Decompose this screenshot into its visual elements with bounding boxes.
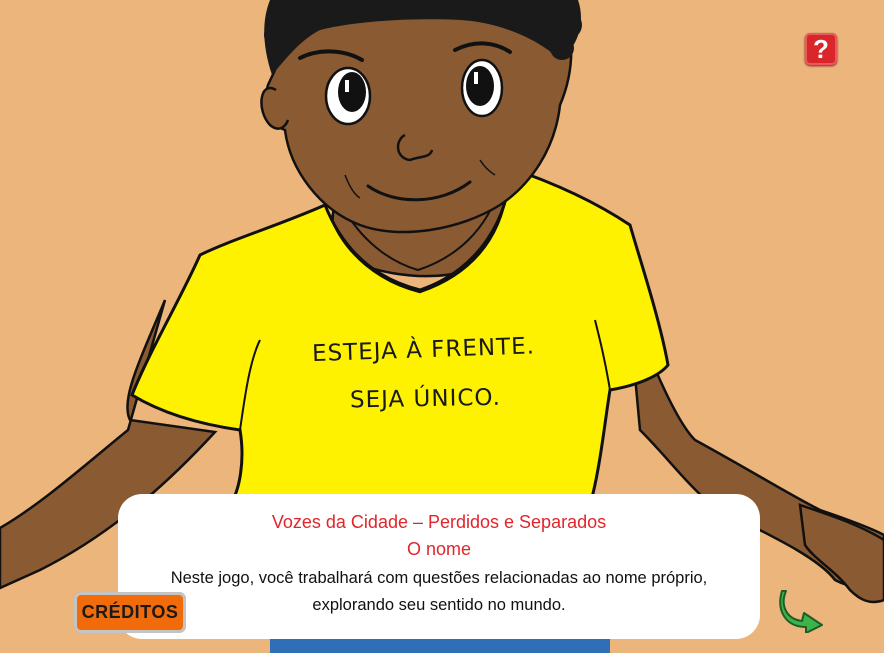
- right-eye: [460, 58, 504, 118]
- intro-dialog: Vozes da Cidade – Perdidos e Separados O…: [118, 494, 760, 639]
- help-button[interactable]: ?: [805, 33, 837, 65]
- curved-arrow-icon: [779, 590, 823, 634]
- question-mark-icon: ?: [813, 34, 829, 64]
- shirt-text-line2: SEJA ÚNICO.: [350, 383, 501, 414]
- description-line-2: explorando seu sentido no mundo.: [312, 596, 566, 614]
- game-subtitle: O nome: [406, 539, 472, 559]
- left-eye: [324, 66, 372, 126]
- game-title: Vozes da Cidade – Perdidos e Separados: [271, 512, 607, 532]
- description-line-1: Neste jogo, você trabalhará com questões…: [170, 569, 708, 587]
- next-button[interactable]: [776, 585, 832, 634]
- credits-button[interactable]: CRÉDITOS: [74, 592, 186, 633]
